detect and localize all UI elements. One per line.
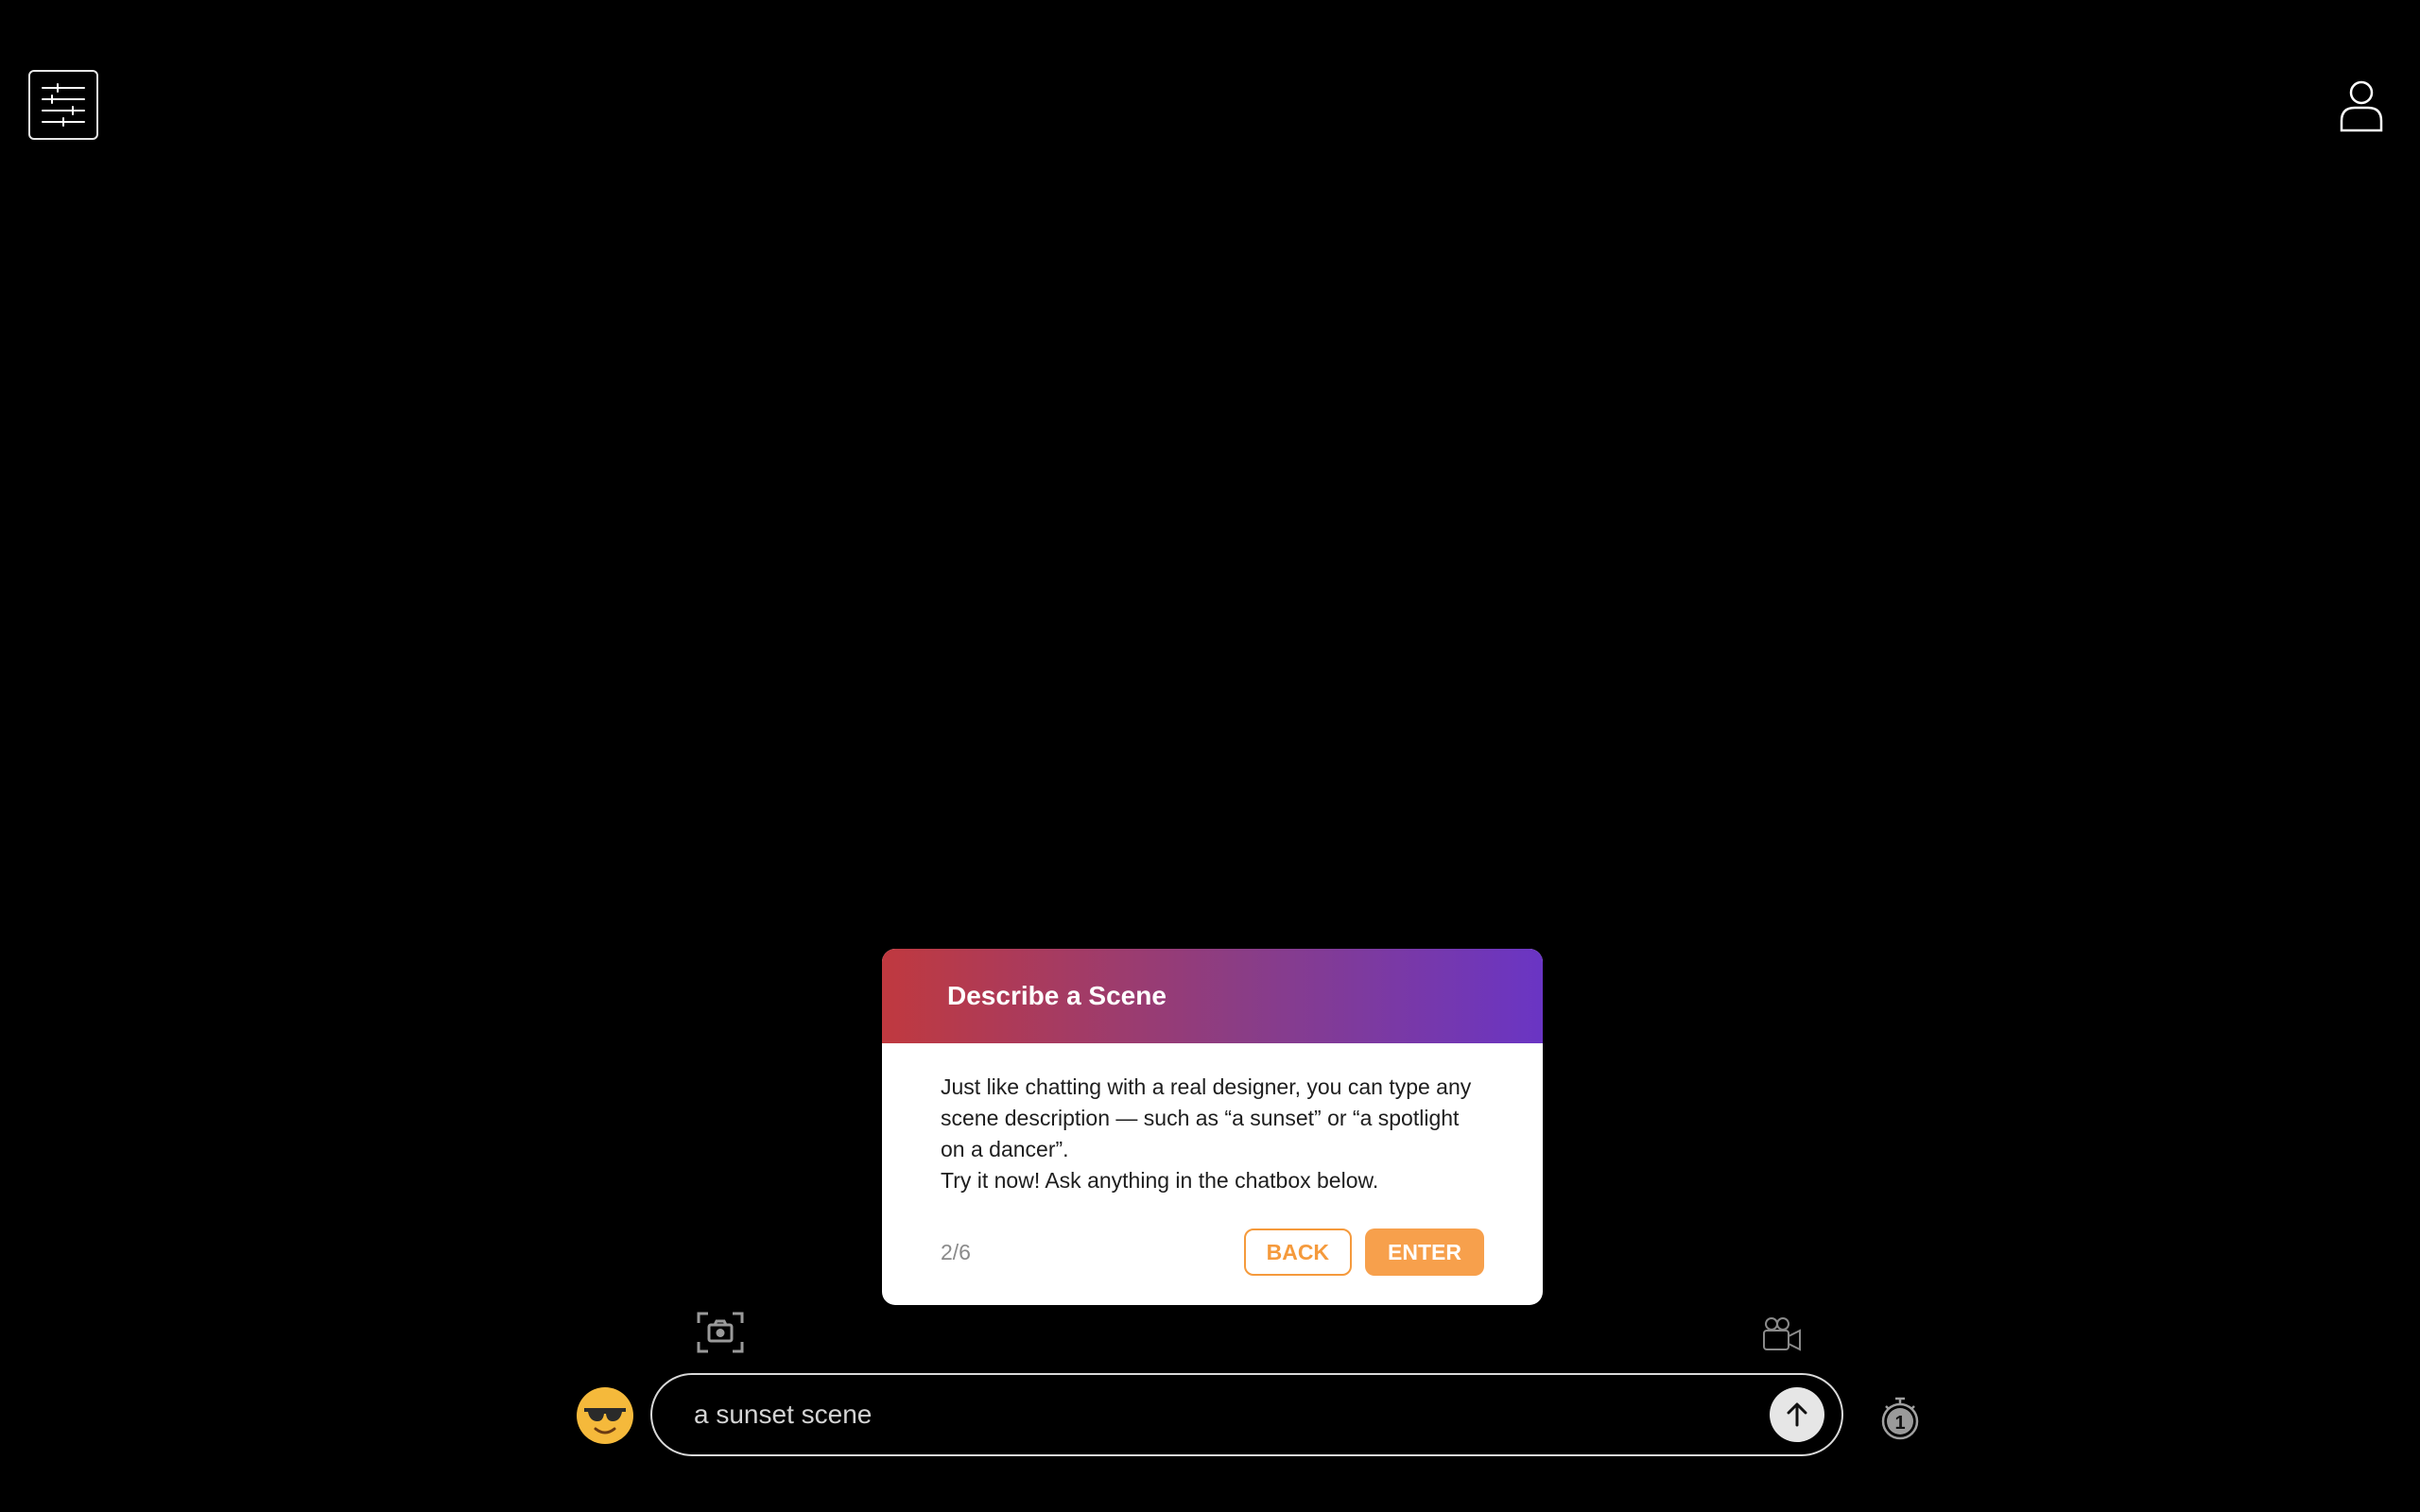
back-button[interactable]: BACK bbox=[1243, 1228, 1353, 1276]
tour-title: Describe a Scene bbox=[947, 981, 1167, 1010]
emoji-button[interactable] bbox=[575, 1385, 635, 1446]
menu-button[interactable] bbox=[28, 70, 98, 140]
arrow-up-icon bbox=[1787, 1402, 1807, 1427]
camera-capture-icon bbox=[697, 1312, 744, 1353]
tour-description-line: Try it now! Ask anything in the chatbox … bbox=[941, 1168, 1379, 1193]
video-camera-icon bbox=[1763, 1317, 1801, 1351]
sunglasses-face-icon bbox=[577, 1387, 633, 1444]
timer-value: 1 bbox=[1894, 1413, 1905, 1434]
stopwatch-icon: 1 bbox=[1881, 1397, 1919, 1440]
sliders-menu-icon bbox=[42, 83, 85, 127]
user-profile-icon bbox=[2340, 80, 2383, 132]
tour-step-indicator: 2/6 bbox=[941, 1239, 971, 1264]
screenshot-button[interactable] bbox=[697, 1312, 744, 1353]
chat-input-box bbox=[650, 1373, 1843, 1456]
video-button[interactable] bbox=[1760, 1315, 1802, 1353]
tour-header: Describe a Scene bbox=[882, 949, 1543, 1043]
timer-button[interactable]: 1 bbox=[1879, 1395, 1921, 1442]
tour-footer: 2/6 BACK ENTER bbox=[941, 1228, 1484, 1277]
profile-button[interactable] bbox=[2339, 79, 2384, 132]
tour-description: Just like chatting with a real designer,… bbox=[882, 1043, 1543, 1196]
tour-description-line: Just like chatting with a real designer,… bbox=[941, 1074, 1472, 1161]
tour-dialog: Describe a Scene Just like chatting with… bbox=[882, 949, 1543, 1305]
send-button[interactable] bbox=[1770, 1387, 1824, 1442]
chat-input[interactable] bbox=[694, 1375, 1734, 1454]
enter-button[interactable]: ENTER bbox=[1365, 1228, 1484, 1276]
